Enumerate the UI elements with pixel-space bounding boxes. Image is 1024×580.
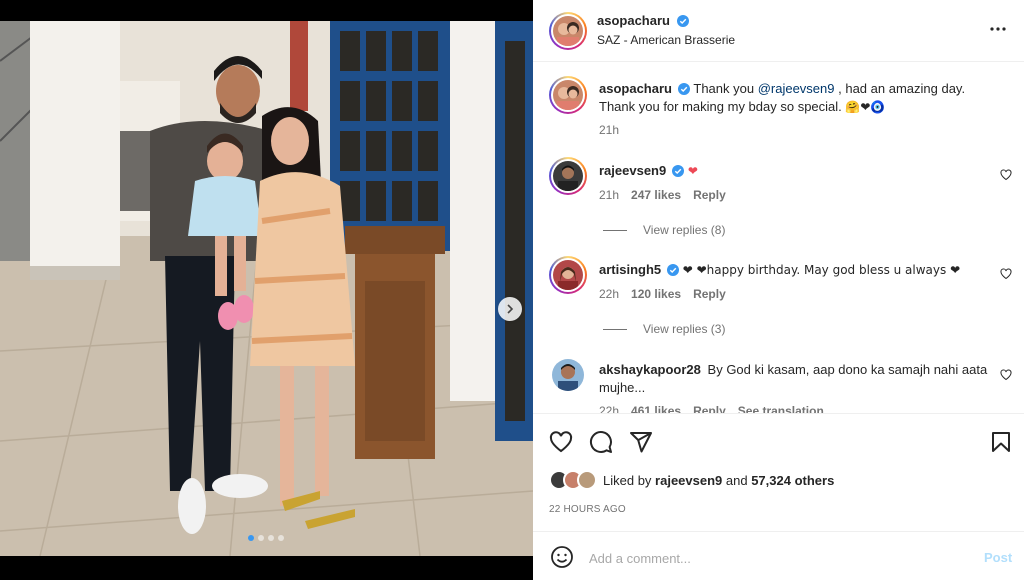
- caption-mention[interactable]: @rajeevsen9: [758, 81, 835, 96]
- carousel-dot: [258, 535, 264, 541]
- liked-by-others[interactable]: 57,324 others: [751, 473, 834, 488]
- carousel-dot: [268, 535, 274, 541]
- author-username[interactable]: asopacharu: [597, 13, 670, 28]
- view-replies-button[interactable]: View replies (8): [603, 223, 725, 237]
- see-translation-button[interactable]: See translation: [738, 404, 824, 413]
- comment-username[interactable]: akshaykapoor28: [599, 362, 701, 377]
- comment-icon[interactable]: [589, 430, 613, 454]
- liker-avatar: [577, 470, 597, 490]
- post-photo: [0, 21, 533, 556]
- comment-time[interactable]: 21h: [599, 188, 619, 202]
- commenter-avatar[interactable]: [552, 359, 584, 391]
- reply-button[interactable]: Reply: [693, 188, 726, 202]
- author-avatar[interactable]: [549, 12, 587, 50]
- post-detail-panel: asopacharu SAZ - American Brasserie asop…: [533, 0, 1024, 580]
- caption-body: Thank you: [693, 81, 758, 96]
- heart-icon[interactable]: [1000, 268, 1012, 280]
- caption-username[interactable]: asopacharu: [599, 81, 672, 96]
- comment-text: rajeevsen9 ❤: [599, 162, 989, 180]
- caption-emojis: 🤗❤🧿: [845, 100, 886, 114]
- caption-text: asopacharu Thank you @rajeevsen9 , had a…: [599, 80, 989, 116]
- liked-by-middle: and: [722, 472, 752, 488]
- liked-by-prefix: Liked by: [603, 472, 656, 488]
- comment-meta: 22h 120 likes Reply: [599, 287, 726, 301]
- view-replies-label: View replies (3): [643, 322, 726, 336]
- comments-list[interactable]: asopacharu Thank you @rajeevsen9 , had a…: [533, 63, 1024, 413]
- verified-icon: [677, 83, 690, 95]
- comment-username[interactable]: artisingh5: [599, 262, 661, 277]
- comment-body: ❤: [687, 164, 698, 178]
- carousel-indicator: [248, 535, 284, 541]
- heart-icon[interactable]: [1000, 169, 1012, 181]
- carousel-dot: [248, 535, 254, 541]
- post-comment-button[interactable]: Post: [984, 550, 1012, 565]
- carousel-next-button[interactable]: [498, 297, 522, 321]
- comment-username[interactable]: rajeevsen9: [599, 163, 666, 178]
- post-media[interactable]: [0, 21, 533, 556]
- carousel-dot: [278, 535, 284, 541]
- share-icon[interactable]: [629, 430, 653, 454]
- comment-meta: 21h 247 likes Reply: [599, 188, 726, 202]
- comment-text: artisingh5 ❤ ❤happy birthday. May god bl…: [599, 261, 989, 279]
- view-replies-label: View replies (8): [643, 223, 726, 237]
- view-replies-button[interactable]: View replies (3): [603, 322, 725, 336]
- heart-icon[interactable]: [1000, 369, 1012, 381]
- comment-meta: 22h 461 likes Reply See translation: [599, 404, 824, 413]
- comment-input[interactable]: [589, 546, 969, 570]
- post-timestamp[interactable]: 22 HOURS AGO: [549, 504, 626, 515]
- commenter-avatar[interactable]: [549, 157, 587, 195]
- comment-body: ❤ ❤happy birthday. May god bless u alway…: [682, 263, 961, 277]
- reply-button[interactable]: Reply: [693, 287, 726, 301]
- post-location[interactable]: SAZ - American Brasserie: [597, 33, 735, 47]
- caption-avatar[interactable]: [549, 76, 587, 114]
- bookmark-icon[interactable]: [989, 430, 1013, 454]
- verified-icon: [667, 264, 680, 276]
- add-comment-bar: Post: [533, 531, 1024, 580]
- comment-likes[interactable]: 461 likes: [631, 404, 681, 413]
- likes-summary: Liked by rajeevsen9 and 57,324 others: [549, 470, 834, 490]
- caption-time[interactable]: 21h: [599, 123, 619, 137]
- emoji-icon[interactable]: [550, 545, 574, 569]
- chevron-right-icon: [507, 304, 514, 314]
- reply-button[interactable]: Reply: [693, 404, 726, 413]
- comment-time[interactable]: 22h: [599, 287, 619, 301]
- post-actions: Liked by rajeevsen9 and 57,324 others 22…: [533, 413, 1024, 580]
- comment-likes[interactable]: 120 likes: [631, 287, 681, 301]
- reply-line: [603, 328, 627, 330]
- comment-likes[interactable]: 247 likes: [631, 188, 681, 202]
- liked-by-avatars[interactable]: [549, 470, 597, 490]
- caption-meta: 21h: [599, 123, 619, 137]
- verified-icon: [672, 165, 685, 177]
- reply-line: [603, 229, 627, 231]
- more-icon[interactable]: [989, 20, 1007, 38]
- heart-icon[interactable]: [549, 430, 573, 454]
- post-header: asopacharu SAZ - American Brasserie: [533, 0, 1024, 62]
- verified-icon: [677, 15, 690, 27]
- comment-text: akshaykapoor28 By God ki kasam, aap dono…: [599, 361, 989, 397]
- commenter-avatar[interactable]: [549, 256, 587, 294]
- comment-time[interactable]: 22h: [599, 404, 619, 413]
- liked-by-user[interactable]: rajeevsen9: [655, 473, 722, 488]
